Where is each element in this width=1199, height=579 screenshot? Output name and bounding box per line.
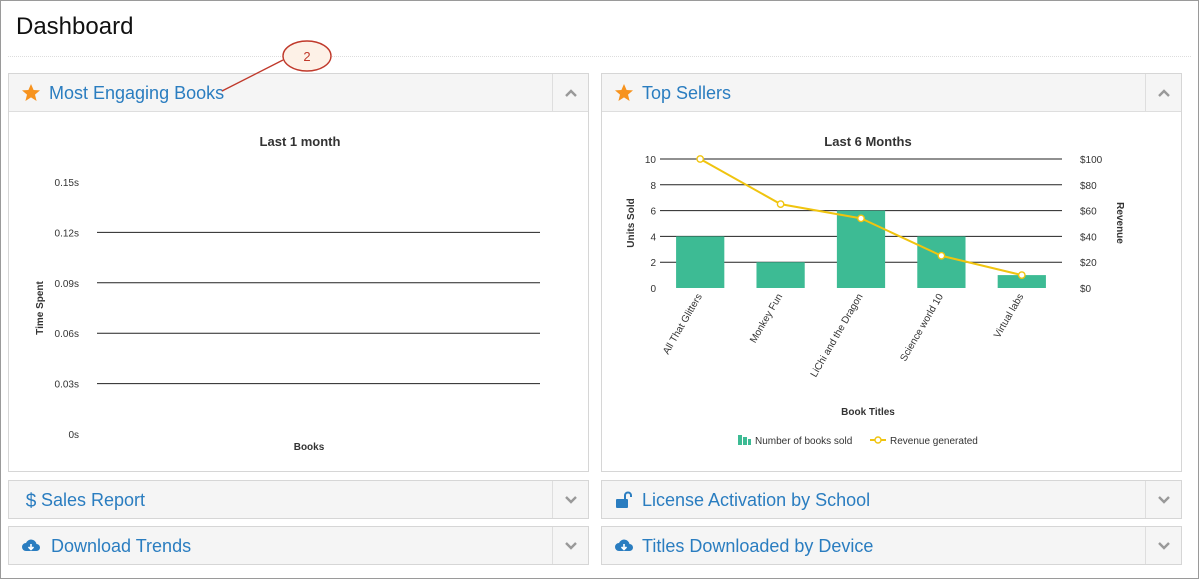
expand-button[interactable] [552,481,588,518]
y2-tick-label: $40 [1080,232,1097,243]
chart-top-sellers-svg: Last 6 Months 0 2 4 6 8 10 $0 $20 $40 $60 $80 $100 Al… [626,134,1125,447]
y-tick-label: 0.06s [55,329,79,340]
x-tick-label: Science world 10 [898,292,946,364]
y-tick-label: 0.09s [55,279,79,290]
y-tick-label: 8 [650,181,656,192]
panel-title[interactable]: License Activation by School [642,490,870,511]
bar-1 [756,262,805,288]
panel-header[interactable]: Download Trends [9,527,588,564]
chevron-up-icon [1158,89,1170,97]
cloud-download-icon [22,539,40,551]
bar-0 [676,236,725,288]
revenue-point-1 [776,200,785,209]
y-tick-label: 10 [645,155,657,166]
star-icon [22,84,40,101]
legend-bar-swatch [748,439,751,445]
panel-sales-report: $ Sales Report [8,480,589,519]
panel-header[interactable]: License Activation by School [602,481,1181,518]
collapse-button[interactable] [552,74,588,111]
y2-tick-label: $0 [1080,284,1092,295]
x-axis-title: Books [294,442,325,453]
y2-axis-title: Revenue [1114,202,1125,244]
y-tick-label: 0 [650,284,656,295]
expand-button[interactable] [1145,527,1181,564]
panel-header[interactable]: Top Sellers [602,74,1181,112]
chevron-up-icon [565,89,577,97]
unlock-icon [616,491,632,508]
y2-tick-label: $100 [1080,155,1103,166]
y-tick-label: 0.03s [55,380,79,391]
panel-titles-downloaded-by-device: Titles Downloaded by Device [601,526,1182,565]
y2-tick-label: $60 [1080,207,1097,218]
panel-top-sellers: Top Sellers Last 6 Months 0 2 4 6 8 10 $0 $20 $40… [601,73,1182,472]
chart-engaging-svg: Last 1 month 0s 0.03s 0.06s 0.09s 0.12s 0.15s B… [35,134,540,453]
y-axis-title: Time Spent [35,280,46,334]
panel-download-trends: Download Trends [8,526,589,565]
expand-button[interactable] [552,527,588,564]
svg-text:$: $ [26,491,37,510]
panel-header[interactable]: $ Sales Report [9,481,588,518]
chevron-down-icon [565,496,577,504]
panel-title[interactable]: Sales Report [41,490,145,511]
x-tick-label: LiChi and the Dragon [809,292,866,379]
panel-header[interactable]: Titles Downloaded by Device [602,527,1181,564]
panel-license-activation: License Activation by School [601,480,1182,519]
panel-most-engaging-books: Most Engaging Books Last 1 month 0s 0.03s 0… [8,73,589,472]
legend-bar-swatch [738,435,742,445]
x-tick-label: Virtual labs [992,292,1026,340]
chart-legend: Number of books sold Revenue generated [738,435,978,447]
legend-line-marker [874,436,882,444]
dollar-icon: $ [26,491,37,510]
y2-tick-label: $20 [1080,258,1097,269]
panel-title[interactable]: Most Engaging Books [49,83,224,104]
legend-bar-swatch [743,437,747,445]
y-tick-label: 4 [650,232,656,243]
revenue-point-2 [857,214,865,223]
y-tick-label: 2 [650,258,656,269]
legend-label-revenue: Revenue generated [890,436,978,447]
cloud-download-icon [615,539,633,551]
collapse-button[interactable] [1145,74,1181,111]
y-axis-title: Units Sold [626,198,637,247]
top-sellers-chart: Last 6 Months 0 2 4 6 8 10 $0 $20 $40 $60 $80 $100 Al… [602,112,1181,476]
x-axis-title: Book Titles [841,407,895,418]
star-icon [615,84,633,101]
page-title: Dashboard [16,13,134,40]
revenue-point-4 [1017,271,1026,280]
y-tick-label: 6 [650,207,656,218]
chevron-down-icon [1158,496,1170,504]
revenue-point-3 [937,251,946,260]
chevron-down-icon [1158,542,1170,550]
x-tick-label: Monkey Fun [748,292,785,345]
callout-pointer [221,59,284,92]
chart-title: Last 1 month [260,134,341,149]
panel-title[interactable]: Top Sellers [642,83,731,104]
chevron-down-icon [565,542,577,550]
title-divider [8,56,1191,57]
chart-title: Last 6 Months [824,134,911,149]
y-tick-label: 0.15s [55,178,79,189]
expand-button[interactable] [1145,481,1181,518]
panel-title[interactable]: Titles Downloaded by Device [642,536,873,557]
y-tick-label: 0s [68,430,79,441]
y2-tick-label: $80 [1080,181,1097,192]
legend-label-books-sold: Number of books sold [755,436,852,447]
panel-title[interactable]: Download Trends [51,536,191,557]
y-tick-label: 0.12s [55,228,79,239]
callout-number: 2 [303,49,310,64]
revenue-point-0 [696,155,705,163]
annotation-callout: 2 [221,40,332,92]
bar-3 [917,236,966,288]
engaging-chart: Last 1 month 0s 0.03s 0.06s 0.09s 0.12s 0.15s B… [9,112,588,476]
x-tick-label: All That Glitters [661,292,705,357]
